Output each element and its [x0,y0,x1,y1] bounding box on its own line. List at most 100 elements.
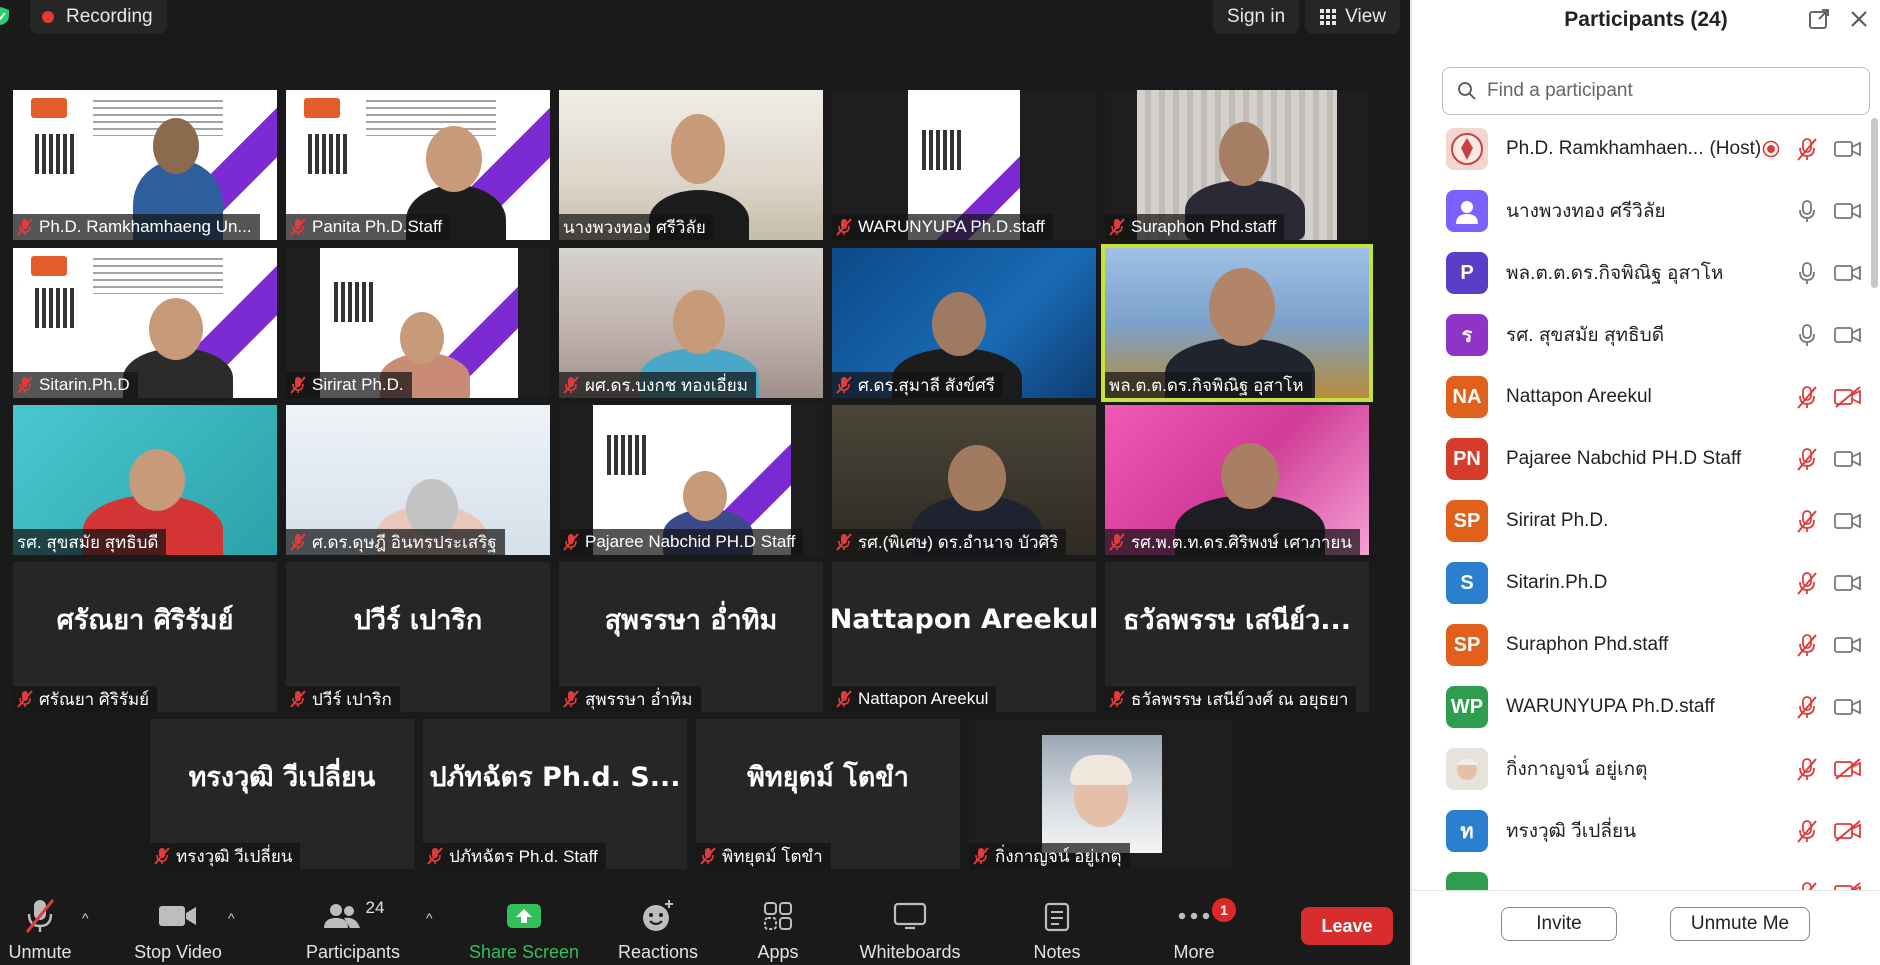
close-icon[interactable] [1848,8,1870,30]
mic-muted-icon[interactable] [1796,447,1818,471]
video-off-icon[interactable] [1834,882,1862,890]
mic-muted-icon[interactable] [1796,137,1818,161]
participant-tile-no-video[interactable]: ปภัทฉัตร Ph.d. S... ปภัทฉัตร Ph.d. Staff [423,719,687,869]
grid-view-icon [1320,9,1337,25]
tile-name: Sitarin.Ph.D [39,375,130,394]
whiteboards-button[interactable]: Whiteboards [848,890,972,965]
video-tile[interactable]: รศ.(พิเศษ) ดร.อำนาจ บัวศิริ [832,405,1096,555]
invite-button[interactable]: Invite [1501,907,1617,941]
video-tile[interactable]: Ph.D. Ramkhamhaeng Un... [13,90,277,240]
video-tile[interactable]: กิ่งกาญจน์ อยู่เกตุ [969,719,1233,869]
video-tile[interactable]: รศ.พ.ต.ท.ดร.ศิริพงษ์ เศาภายน [1105,405,1369,555]
video-camera-icon[interactable] [1834,200,1862,222]
participant-tile-no-video[interactable]: ธวัลพรรษ เสนีย์ว... ธวัลพรรษ เสนีย์วงศ์ … [1105,562,1369,712]
video-off-icon[interactable] [1834,820,1862,842]
video-tile[interactable]: Panita Ph.D.Staff [286,90,550,240]
video-camera-icon[interactable] [1834,696,1862,718]
participant-row[interactable]: PN Pajaree Nabchid PH.D Staff [1412,428,1870,490]
video-options-chevron-icon[interactable]: ^ [228,910,235,926]
unmute-button[interactable]: Unmute [2,890,78,965]
security-shield-icon[interactable] [0,6,10,26]
mic-muted-icon[interactable] [1796,509,1818,533]
pop-out-icon[interactable] [1808,8,1830,30]
participant-row[interactable]: นางพวงทอง ศรีวิลัย [1412,180,1870,242]
participant-row[interactable]: P พล.ต.ต.ดร.กิจพิณิฐ อุสาโห [1412,242,1870,304]
mic-muted-icon[interactable] [1796,881,1818,890]
view-button[interactable]: View [1305,0,1400,34]
participant-tile-no-video[interactable]: สุพรรษา อ่ำทิม สุพรรษา อ่ำทิม [559,562,823,712]
participant-row[interactable]: WP WARUNYUPA Ph.D.staff [1412,676,1870,738]
participant-row[interactable]: SP Sirirat Ph.D. [1412,490,1870,552]
mic-muted-icon[interactable] [1796,571,1818,595]
video-tile[interactable]: Sitarin.Ph.D [13,248,277,398]
notes-button[interactable]: Notes [1013,890,1101,965]
video-camera-icon[interactable] [1834,324,1862,346]
participant-tile-no-video[interactable]: ทรงวุฒิ วีเปลี่ยน ทรงวุฒิ วีเปลี่ยน [150,719,414,869]
participant-row[interactable]: กิ่งกาญจน์ อยู่เกตุ [1412,738,1870,800]
video-off-icon[interactable] [1834,758,1862,780]
video-camera-icon[interactable] [1834,572,1862,594]
leave-button[interactable]: Leave [1301,907,1393,945]
tile-display-name: พิทยุตม์ โตขำ [747,761,909,793]
apps-button[interactable]: Apps [735,890,821,965]
participant-row[interactable]: ร รศ. สุขสมัย สุทธิบดี [1412,304,1870,366]
recording-indicator[interactable]: Recording [30,0,167,34]
mic-muted-icon[interactable] [1796,819,1818,843]
tile-name: ศรัณยา ศิริรัมย์ [39,689,150,709]
video-off-icon[interactable] [1834,386,1862,408]
mic-icon[interactable] [1796,261,1818,285]
participant-row[interactable]: NA Nattapon Areekul [1412,366,1870,428]
video-camera-icon[interactable] [1834,510,1862,532]
mic-icon[interactable] [1796,323,1818,347]
participant-row[interactable]: SP Suraphon Phd.staff [1412,614,1870,676]
video-camera-icon[interactable] [1834,138,1862,160]
unmute-me-button[interactable]: Unmute Me [1670,907,1810,941]
participant-row[interactable] [1412,862,1870,890]
participants-button[interactable]: 24 Participants [298,890,408,965]
mic-icon[interactable] [1796,199,1818,223]
stop-video-button[interactable]: Stop Video [128,890,228,965]
video-tile[interactable]: ผศ.ดร.บงกช ทองเอี่ยม [559,248,823,398]
participant-tile-no-video[interactable]: พิทยุตม์ โตขำ พิทยุตม์ โตขำ [696,719,960,869]
active-speaker-tile[interactable]: พล.ต.ต.ดร.กิจพิณิฐ อุสาโห [1101,244,1373,402]
video-tile[interactable]: ศ.ดร.สุมาลี สังข์ศรี [832,248,1096,398]
mic-muted-icon[interactable] [1796,633,1818,657]
video-tile[interactable]: WARUNYUPA Ph.D.staff [832,90,1096,240]
share-screen-button[interactable]: Share Screen [466,890,582,965]
tile-name: รศ. สุขสมัย สุทธิบดี [17,532,159,552]
participant-row[interactable]: S Sitarin.Ph.D [1412,552,1870,614]
participant-search-box[interactable] [1442,67,1870,115]
video-tile[interactable]: ศ.ดร.ดุษฎี อินทรประเสริฐ [286,405,550,555]
participant-tile-no-video[interactable]: Nattapon Areekul Nattapon Areekul [832,562,1096,712]
audio-options-chevron-icon[interactable]: ^ [82,910,89,926]
apps-label: Apps [757,942,799,962]
participant-row[interactable]: Ph.D. Ramkhamhaen... (Host) [1412,118,1870,180]
qr-code-image [35,134,75,174]
mic-muted-icon[interactable] [1796,385,1818,409]
participants-options-chevron-icon[interactable]: ^ [426,910,433,926]
video-camera-icon[interactable] [1834,262,1862,284]
participant-row[interactable]: ท ทรงวุฒิ วีเปลี่ยน [1412,800,1870,862]
video-tile[interactable]: Suraphon Phd.staff [1105,90,1369,240]
sign-in-button[interactable]: Sign in [1213,0,1300,34]
tile-display-name: ปภัทฉัตร Ph.d. S... [429,761,681,793]
participant-tile-no-video[interactable]: ปวีร์ เปาริก ปวีร์ เปาริก [286,562,550,712]
notification-badge: 1 [1212,898,1236,922]
tile-name-label: ศรัณยา ศิริรัมย์ [13,686,158,712]
video-camera-icon[interactable] [1834,448,1862,470]
participants-scrollbar[interactable] [1871,118,1878,288]
participant-search-input[interactable] [1487,80,1847,102]
mic-muted-icon[interactable] [1796,695,1818,719]
notes-icon [1035,896,1079,936]
participant-avatar: NA [1446,376,1488,418]
video-tile[interactable]: Pajaree Nabchid PH.D Staff [559,405,823,555]
tile-name: Ph.D. Ramkhamhaeng Un... [39,217,252,236]
reactions-button[interactable]: Reactions [606,890,710,965]
video-camera-icon[interactable] [1834,634,1862,656]
video-tile[interactable]: รศ. สุขสมัย สุทธิบดี [13,405,277,555]
mic-muted-icon[interactable] [1796,757,1818,781]
participant-tile-no-video[interactable]: ศรัณยา ศิริรัมย์ ศรัณยา ศิริรัมย์ [13,562,277,712]
video-tile[interactable]: Sirirat Ph.D. [286,248,550,398]
video-tile[interactable]: นางพวงทอง ศรีวิลัย [559,90,823,240]
participant-name-text: Ph.D. Ramkhamhaen... [1506,138,1704,159]
